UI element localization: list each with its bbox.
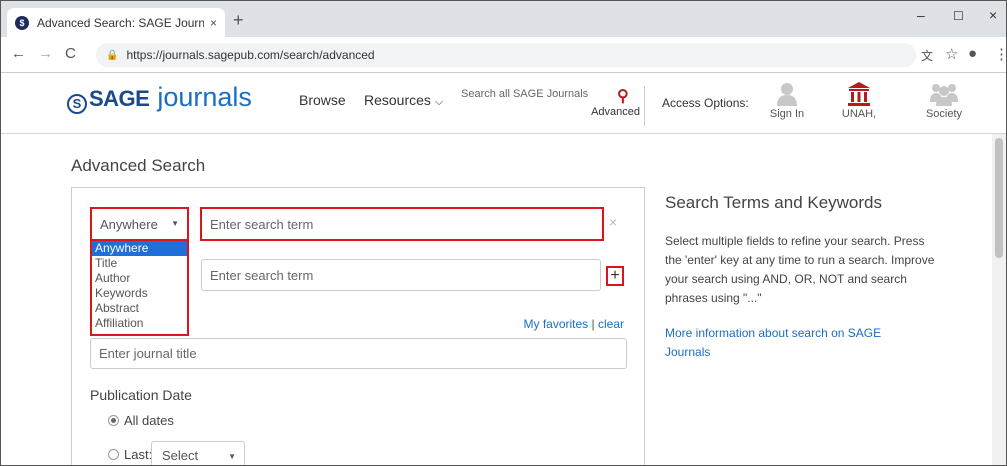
- search-icon[interactable]: ⚲: [617, 86, 629, 106]
- last-period-value: Select: [162, 448, 199, 463]
- sign-in-button[interactable]: Sign In: [767, 82, 807, 120]
- last-period-select[interactable]: Select ▼: [151, 441, 245, 465]
- tab-strip: $ Advanced Search: SAGE Journals × + – ☐…: [1, 1, 1006, 37]
- sage-logo-mark-icon: S: [67, 93, 87, 114]
- address-bar: ← → C 🔒 https://journals.sagepub.com/sea…: [1, 37, 1006, 73]
- tab-close-icon[interactable]: ×: [210, 16, 217, 30]
- remove-row-icon[interactable]: ×: [609, 214, 617, 230]
- access-options-label: Access Options:: [662, 96, 749, 110]
- journal-title-field: [90, 338, 627, 369]
- caret-down-icon: ▼: [228, 452, 236, 461]
- advanced-search-link[interactable]: Advanced: [591, 106, 640, 118]
- minimize-button[interactable]: –: [917, 7, 925, 23]
- search-term-input-1[interactable]: [202, 209, 602, 239]
- search-term-row-1: [200, 207, 604, 241]
- forward-arrow-icon[interactable]: →: [38, 46, 53, 62]
- nav-resources[interactable]: Resources ⌵: [364, 92, 443, 109]
- society-label: Society: [925, 108, 963, 120]
- field-option-anywhere[interactable]: Anywhere: [92, 241, 187, 256]
- back-arrow-icon[interactable]: ←: [11, 46, 26, 62]
- search-term-input-2[interactable]: [202, 260, 600, 290]
- search-term-row-2: [201, 259, 601, 291]
- nav-resources-label: Resources: [364, 92, 431, 108]
- society-button[interactable]: Society: [921, 82, 967, 120]
- logo-journals-text: journals: [157, 82, 252, 112]
- journal-title-input[interactable]: [91, 339, 626, 368]
- site-search: Search all SAGE Journals ⚲ Advanced: [457, 86, 645, 126]
- all-dates-label: All dates: [124, 413, 174, 428]
- sign-in-label: Sign In: [769, 108, 805, 120]
- url-field[interactable]: 🔒 https://journals.sagepub.com/search/ad…: [96, 43, 916, 67]
- bookmark-star-icon[interactable]: ☆: [945, 45, 958, 63]
- page-title: Advanced Search: [71, 156, 206, 175]
- field-dropdown-list: Anywhere Title Author Keywords Abstract …: [90, 239, 189, 336]
- society-group-icon: [930, 84, 958, 106]
- menu-dots-icon[interactable]: ⋮: [994, 45, 1006, 63]
- scrollbar-thumb[interactable]: [995, 138, 1003, 258]
- my-favorites-link[interactable]: My favorites: [524, 317, 589, 331]
- browser-window: $ Advanced Search: SAGE Journals × + – ☐…: [0, 0, 1007, 466]
- url-text: https://journals.sagepub.com/search/adva…: [126, 48, 375, 62]
- favorites-separator: |: [588, 317, 598, 331]
- institution-button[interactable]: UNAH,: [839, 82, 879, 120]
- institution-label: UNAH,: [841, 108, 877, 120]
- institution-icon: [848, 82, 870, 106]
- nav-browse[interactable]: Browse: [299, 92, 346, 108]
- translate-icon[interactable]: 文: [921, 47, 933, 64]
- site-header: S SAGE journals Browse Resources ⌵ Searc…: [1, 74, 1006, 134]
- field-select-value: Anywhere: [100, 217, 158, 232]
- info-body: Select multiple fields to refine your se…: [665, 234, 935, 305]
- sage-journals-logo[interactable]: S SAGE journals: [67, 82, 252, 114]
- clear-link[interactable]: clear: [598, 317, 624, 331]
- last-label: Last:: [124, 447, 153, 462]
- all-dates-radio[interactable]: [108, 415, 119, 426]
- field-option-abstract[interactable]: Abstract: [92, 301, 187, 316]
- sage-favicon-icon: $: [15, 15, 29, 30]
- favorites-bar: My favorites | clear: [524, 317, 625, 331]
- add-row-button[interactable]: +: [606, 266, 624, 286]
- new-tab-button[interactable]: +: [233, 11, 244, 29]
- publication-date-heading: Publication Date: [90, 387, 192, 403]
- info-more-link[interactable]: More information about search on SAGE Jo…: [665, 324, 915, 362]
- site-search-input[interactable]: Search all SAGE Journals: [461, 88, 588, 100]
- caret-down-icon: ▼: [171, 219, 179, 228]
- field-option-keywords[interactable]: Keywords: [92, 286, 187, 301]
- field-select[interactable]: Anywhere ▼: [90, 207, 189, 241]
- last-radio[interactable]: [108, 449, 119, 460]
- window-close-button[interactable]: ×: [989, 7, 997, 23]
- field-option-title[interactable]: Title: [92, 256, 187, 271]
- browser-tab[interactable]: $ Advanced Search: SAGE Journals ×: [7, 8, 225, 37]
- tab-title: Advanced Search: SAGE Journals: [37, 15, 204, 30]
- info-heading: Search Terms and Keywords: [665, 193, 883, 212]
- maximize-button[interactable]: ☐: [953, 9, 964, 23]
- reload-icon[interactable]: C: [65, 46, 76, 62]
- profile-icon[interactable]: ●: [968, 45, 977, 62]
- page-scrollbar[interactable]: [992, 134, 1006, 465]
- logo-sage-text: SAGE: [89, 86, 150, 111]
- field-option-affiliation[interactable]: Affiliation: [92, 316, 187, 331]
- lock-icon: 🔒: [106, 49, 119, 61]
- field-option-author[interactable]: Author: [92, 271, 187, 286]
- chevron-down-icon: ⌵: [434, 96, 444, 108]
- user-icon: [777, 83, 797, 106]
